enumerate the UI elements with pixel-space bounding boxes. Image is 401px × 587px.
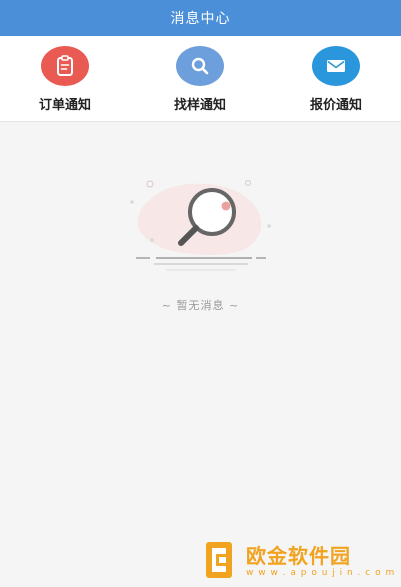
notification-categories: 订单通知 找样通知 报价通知 [0,36,401,122]
message-center-page: 消息中心 订单通知 找样通知 报价通知 ~ 暂无消息 ~ 欧金软件园 w w w… [0,0,401,587]
watermark-url: w w w . a p o u j i n . c o m [246,568,396,578]
category-order-notice[interactable]: 订单通知 [15,46,115,116]
category-label: 找样通知 [173,98,226,113]
page-title: 消息中心 [170,11,231,27]
search-icon [176,46,224,86]
clipboard-icon [41,46,89,86]
watermark-title: 欧金软件园 [246,544,351,568]
magnifier-empty-icon [130,180,271,271]
category-label: 报价通知 [309,98,362,113]
envelope-icon [312,46,360,86]
title-bar: 消息中心 [0,0,401,36]
category-label: 订单通知 [38,98,91,113]
category-quote-notice[interactable]: 报价通知 [286,46,386,116]
apoujin-logo-icon [206,542,232,578]
empty-message: ~ 暂无消息 ~ [161,299,240,312]
site-watermark: 欧金软件园 w w w . a p o u j i n . c o m [196,538,396,584]
category-sample-notice[interactable]: 找样通知 [150,46,250,116]
